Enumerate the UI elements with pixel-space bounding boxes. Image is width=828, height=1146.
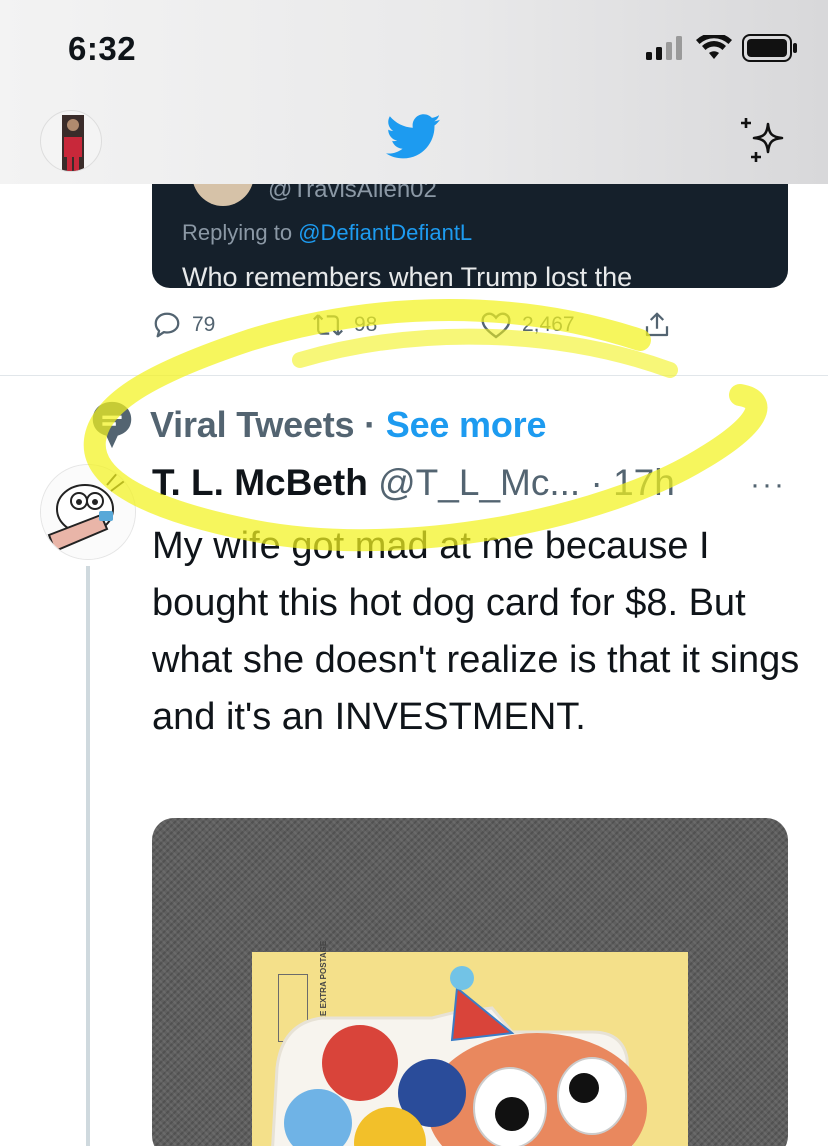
context-separator: · bbox=[354, 404, 386, 445]
profile-photo bbox=[62, 115, 84, 171]
reply-button[interactable]: 79 bbox=[152, 310, 215, 340]
sparkle-icon[interactable] bbox=[738, 116, 788, 164]
author-name[interactable]: T. L. McBeth bbox=[152, 462, 368, 503]
tweet-header: T. L. McBeth @T_L_Mc... · 17h bbox=[152, 462, 675, 504]
tweet-author-avatar[interactable] bbox=[40, 464, 136, 560]
hot-dog-card-image bbox=[271, 966, 647, 1146]
share-icon bbox=[645, 312, 669, 337]
status-icons bbox=[646, 34, 798, 62]
topic-pin-icon bbox=[92, 401, 132, 449]
retweet-icon bbox=[313, 314, 343, 336]
share-button[interactable] bbox=[642, 310, 672, 340]
profile-avatar[interactable] bbox=[40, 110, 102, 172]
tweet-text: My wife got mad at me because I bought t… bbox=[152, 525, 800, 738]
social-context: Viral Tweets · See more bbox=[88, 400, 546, 450]
replying-to-mention[interactable]: @DefiantDefiantL bbox=[298, 220, 472, 245]
reply-icon bbox=[154, 312, 180, 338]
tweet-divider bbox=[0, 375, 828, 376]
tweet-time[interactable]: · 17h bbox=[590, 462, 674, 503]
retweet-count: 98 bbox=[354, 313, 378, 336]
reply-count: 79 bbox=[192, 313, 216, 336]
twitter-bird-icon[interactable] bbox=[386, 114, 442, 160]
retweet-button[interactable]: 98 bbox=[312, 310, 377, 340]
thread-line bbox=[86, 566, 90, 1146]
tweet-media[interactable]: MAY REQUIRE EXTRA POSTAGE bbox=[152, 818, 788, 1146]
author-cartoon-image bbox=[41, 465, 135, 559]
replying-prefix: Replying to bbox=[182, 220, 299, 245]
replying-to-line: Replying to @DefiantDefiantL bbox=[182, 220, 472, 246]
heart-icon bbox=[481, 312, 511, 339]
battery-icon bbox=[742, 34, 797, 62]
like-count: 2,467 bbox=[522, 313, 575, 336]
top-bar: 6:32 bbox=[0, 0, 828, 184]
like-button[interactable]: 2,467 bbox=[480, 310, 575, 340]
more-options-button[interactable]: ··· bbox=[750, 468, 786, 502]
quoted-tweet-text: Who remembers when Trump lost the bbox=[182, 262, 633, 288]
status-time: 6:32 bbox=[68, 30, 137, 67]
wifi-icon bbox=[696, 35, 732, 59]
tweet-actions: 79 98 2,467 bbox=[152, 310, 692, 350]
signal-icon bbox=[646, 36, 682, 60]
topic-label[interactable]: Viral Tweets bbox=[150, 404, 355, 445]
author-handle[interactable]: @T_L_Mc... bbox=[378, 462, 580, 503]
social-context-text: Viral Tweets · See more bbox=[150, 404, 546, 446]
see-more-link[interactable]: See more bbox=[386, 404, 547, 445]
